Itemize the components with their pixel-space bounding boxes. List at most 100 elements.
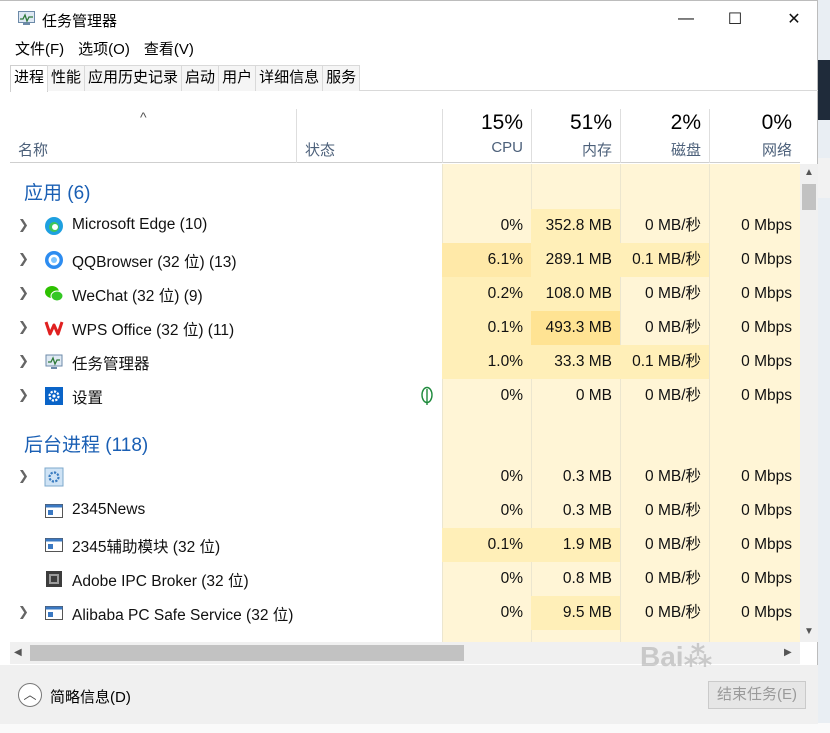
expand-chevron-icon[interactable]: ❯ [18,604,29,620]
expand-chevron-icon[interactable]: ❯ [18,468,29,484]
process-row[interactable]: ❯ WeChat (32 位) (9) 0.2% 108.0 MB 0 MB/秒 0 Mb… [10,277,800,311]
group-header-apps[interactable]: 应用 (6) [10,172,800,206]
cell-cpu: 0% [500,387,523,404]
wps-icon [44,318,64,338]
cell-cpu: 0% [500,502,523,519]
menu-view[interactable]: 查看(V) [137,39,201,61]
cell-net: 0 Mbps [741,468,792,485]
process-row[interactable]: Adobe IPC Broker (32 位) 0% 0.8 MB 0 MB/秒 0 M… [10,562,800,596]
footer-bar: ︿ 简略信息(D) 结束任务(E) [0,665,818,724]
process-name: WPS Office (32 位) (11) [72,322,235,339]
process-name: Adobe IPC Broker (32 位) [72,573,249,590]
tab-bar: 进程 性能 应用历史记录 启动 用户 详细信息 服务 [10,65,818,92]
column-header-disk[interactable]: 2% 磁盘 [620,109,709,163]
app-window-icon [44,603,64,623]
vertical-scroll-thumb[interactable] [802,184,816,210]
cell-cpu: 0% [500,217,523,234]
tab-app-history[interactable]: 应用历史记录 [84,65,183,91]
close-button[interactable]: ✕ [770,1,818,37]
tab-users[interactable]: 用户 [218,65,257,91]
tab-startup[interactable]: 启动 [181,65,220,91]
cell-mem: 1.9 MB [531,528,620,562]
cell-net: 0 Mbps [741,604,792,621]
process-row[interactable]: ❯ 0% 0.3 MB 0 MB/秒 0 Mbps [10,460,800,494]
process-row[interactable]: ❯ 设置 0% 0 MB 0 MB/秒 0 Mbps [10,379,800,413]
memory-total-percent: 51% [569,111,612,134]
process-name: 2345辅助模块 (32 位) [72,539,221,556]
group-header-background[interactable]: 后台进程 (118) [10,424,800,458]
scroll-left-arrow-icon[interactable]: ◀ [14,647,22,658]
cell-mem: 0.8 MB [562,570,612,587]
process-name: QQBrowser (32 位) (13) [72,254,237,271]
horizontal-scroll-thumb[interactable] [30,645,464,661]
cell-mem: 108.0 MB [531,277,620,311]
scroll-up-arrow-icon[interactable]: ▲ [804,167,814,178]
process-row[interactable]: ❯ 任务管理器 1.0% 33.3 MB 0.1 MB/秒 0 Mbps [10,345,800,379]
process-name: 任务管理器 [72,356,150,373]
cell-mem: 0.3 MB [562,468,612,485]
minimize-button[interactable]: — [662,1,710,37]
qqbrowser-icon [44,250,64,270]
disk-total-percent: 2% [670,111,701,134]
column-header-cpu[interactable]: 15% CPU [442,109,531,163]
process-table: 应用 (6) 后台进程 (118) ❯ Microsoft Edge (10) 0%… [10,164,800,642]
end-task-button[interactable]: 结束任务(E) [708,681,806,709]
cell-disk: 0 MB/秒 [645,502,701,519]
settings-gear-icon [44,386,64,406]
scroll-right-arrow-icon[interactable]: ▶ [784,647,792,658]
process-row[interactable]: ❯ WPS Office (32 位) (11) 0.1% 493.3 MB 0 MB/… [10,311,800,345]
process-name: 设置 [72,390,104,407]
cell-net: 0 Mbps [741,570,792,587]
tab-details[interactable]: 详细信息 [255,65,324,91]
cell-net: 0 Mbps [741,251,792,268]
process-name: Microsoft Edge (10) [72,216,208,233]
maximize-button[interactable]: ☐ [711,1,759,37]
cell-net: 0 Mbps [741,217,792,234]
background-panel [818,60,830,120]
group-label-background: 后台进程 (118) [24,435,149,456]
vertical-scrollbar[interactable]: ▲ ▼ [800,164,818,642]
scroll-down-arrow-icon[interactable]: ▼ [804,626,814,637]
expand-chevron-icon[interactable]: ❯ [18,353,29,369]
background-page [818,0,830,733]
cell-cpu: 1.0% [442,345,531,379]
tab-processes[interactable]: 进程 [10,65,49,92]
title-bar[interactable]: 任务管理器 — ☐ ✕ [0,1,818,37]
column-header-name[interactable]: ^ 名称 [10,109,296,163]
background-panel-light [818,158,830,198]
collapse-chevron-icon[interactable]: ︿ [18,683,42,707]
process-row[interactable]: 2345News 0% 0.3 MB 0 MB/秒 0 Mbps [10,494,800,528]
process-name: Alibaba PC Safe Service (32 位) [72,607,294,624]
expand-chevron-icon[interactable]: ❯ [18,285,29,301]
cell-mem: 33.3 MB [531,345,620,379]
process-row[interactable]: ❯ QQBrowser (32 位) (13) 6.1% 289.1 MB 0.1 MB… [10,243,800,277]
cell-disk: 0 MB/秒 [645,285,701,302]
column-header-status[interactable]: 状态 [296,109,442,163]
expand-chevron-icon[interactable]: ❯ [18,217,29,233]
cell-disk: 0 MB/秒 [645,217,701,234]
sort-up-icon: ^ [140,109,147,125]
cell-disk: 0 MB/秒 [645,536,701,553]
column-header-network[interactable]: 0% 网络 [709,109,800,163]
tab-performance[interactable]: 性能 [47,65,86,91]
cpu-total-percent: 15% [480,111,523,134]
menu-options[interactable]: 选项(O) [71,39,137,61]
expand-chevron-icon[interactable]: ❯ [18,251,29,267]
cell-cpu: 0.2% [442,277,531,311]
process-row[interactable]: ❯ Microsoft Edge (10) 0% 352.8 MB 0 MB/秒 0 Mb… [10,209,800,243]
cell-cpu: 0.1% [442,528,531,562]
cell-disk: 0 MB/秒 [645,570,701,587]
process-row[interactable]: ❯ Alibaba PC Safe Service (32 位) 0% 9.5 MB 0… [10,596,800,630]
expand-chevron-icon[interactable]: ❯ [18,319,29,335]
fewer-details-link[interactable]: 简略信息(D) [50,686,131,707]
process-row[interactable]: 2345辅助模块 (32 位) 0.1% 1.9 MB 0 MB/秒 0 Mbps [10,528,800,562]
column-label-network: 网络 [761,142,792,159]
cell-disk: 0 MB/秒 [645,604,701,621]
baidu-watermark: Bai⁂ [640,641,713,672]
background-strip [0,723,830,733]
cell-net: 0 Mbps [741,285,792,302]
expand-chevron-icon[interactable]: ❯ [18,387,29,403]
menu-file[interactable]: 文件(F) [8,39,71,61]
tab-services[interactable]: 服务 [322,65,361,91]
column-header-memory[interactable]: 51% 内存 [531,109,620,163]
